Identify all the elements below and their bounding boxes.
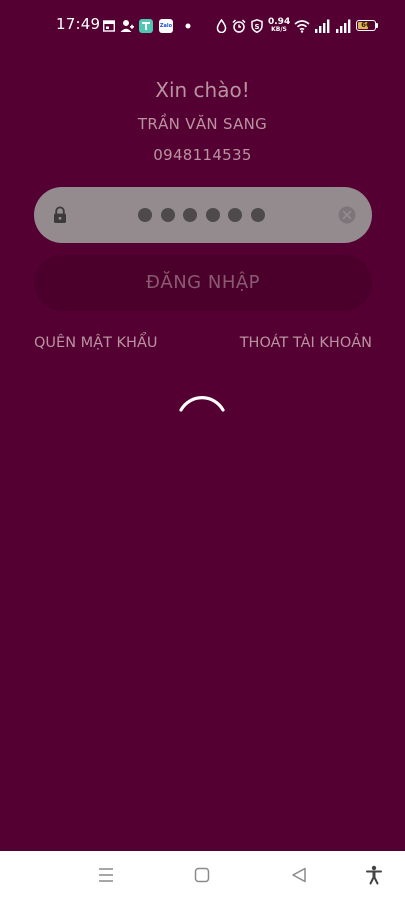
loading-spinner — [179, 396, 225, 412]
shield-icon: S — [251, 19, 263, 33]
accessibility-icon[interactable] — [366, 865, 382, 885]
password-dot — [160, 208, 175, 222]
navigation-bar — [0, 851, 405, 900]
svg-text:S: S — [254, 23, 259, 31]
password-dot — [183, 208, 198, 222]
signal-icon — [336, 19, 351, 33]
lock-icon — [54, 206, 66, 223]
password-dot — [228, 208, 243, 222]
app-icon — [139, 19, 153, 33]
home-square-icon[interactable] — [194, 865, 210, 885]
network-speed: 0.94 KB/S — [268, 17, 291, 34]
status-time: 17:49 — [56, 15, 101, 33]
login-screen: 17:49 Zalo S 0.94 KB/S 66 Xin chào! TRẦN… — [0, 0, 405, 851]
clear-icon[interactable] — [338, 206, 356, 224]
password-input[interactable] — [34, 187, 372, 243]
alarm-icon — [232, 19, 246, 33]
forgot-password-link[interactable]: QUÊN MẬT KHẨU — [34, 335, 157, 351]
password-mask — [138, 208, 265, 222]
drop-icon — [216, 19, 227, 33]
person-icon — [120, 20, 134, 32]
battery-level: 66 — [361, 21, 371, 29]
dot-icon — [185, 23, 191, 29]
login-button[interactable]: ĐĂNG NHẬP — [34, 255, 372, 311]
menu-icon[interactable] — [98, 865, 114, 885]
user-name: TRẦN VĂN SANG — [137, 115, 268, 133]
battery-icon: 66 — [356, 20, 376, 31]
back-triangle-icon[interactable] — [291, 865, 307, 885]
password-dot — [250, 208, 265, 222]
wifi-icon — [294, 20, 310, 33]
phone-number: 0948114535 — [153, 146, 252, 164]
calendar-icon — [103, 20, 115, 32]
zalo-icon: Zalo — [159, 19, 173, 33]
password-dot — [205, 208, 220, 222]
password-dot — [138, 208, 152, 222]
signal-icon — [315, 19, 330, 33]
battery-tip — [376, 23, 378, 28]
logout-account-link[interactable]: THOÁT TÀI KHOẢN — [240, 335, 372, 351]
greeting-title: Xin chào! — [155, 78, 250, 102]
status-bar: 17:49 Zalo S 0.94 KB/S 66 — [0, 0, 405, 54]
